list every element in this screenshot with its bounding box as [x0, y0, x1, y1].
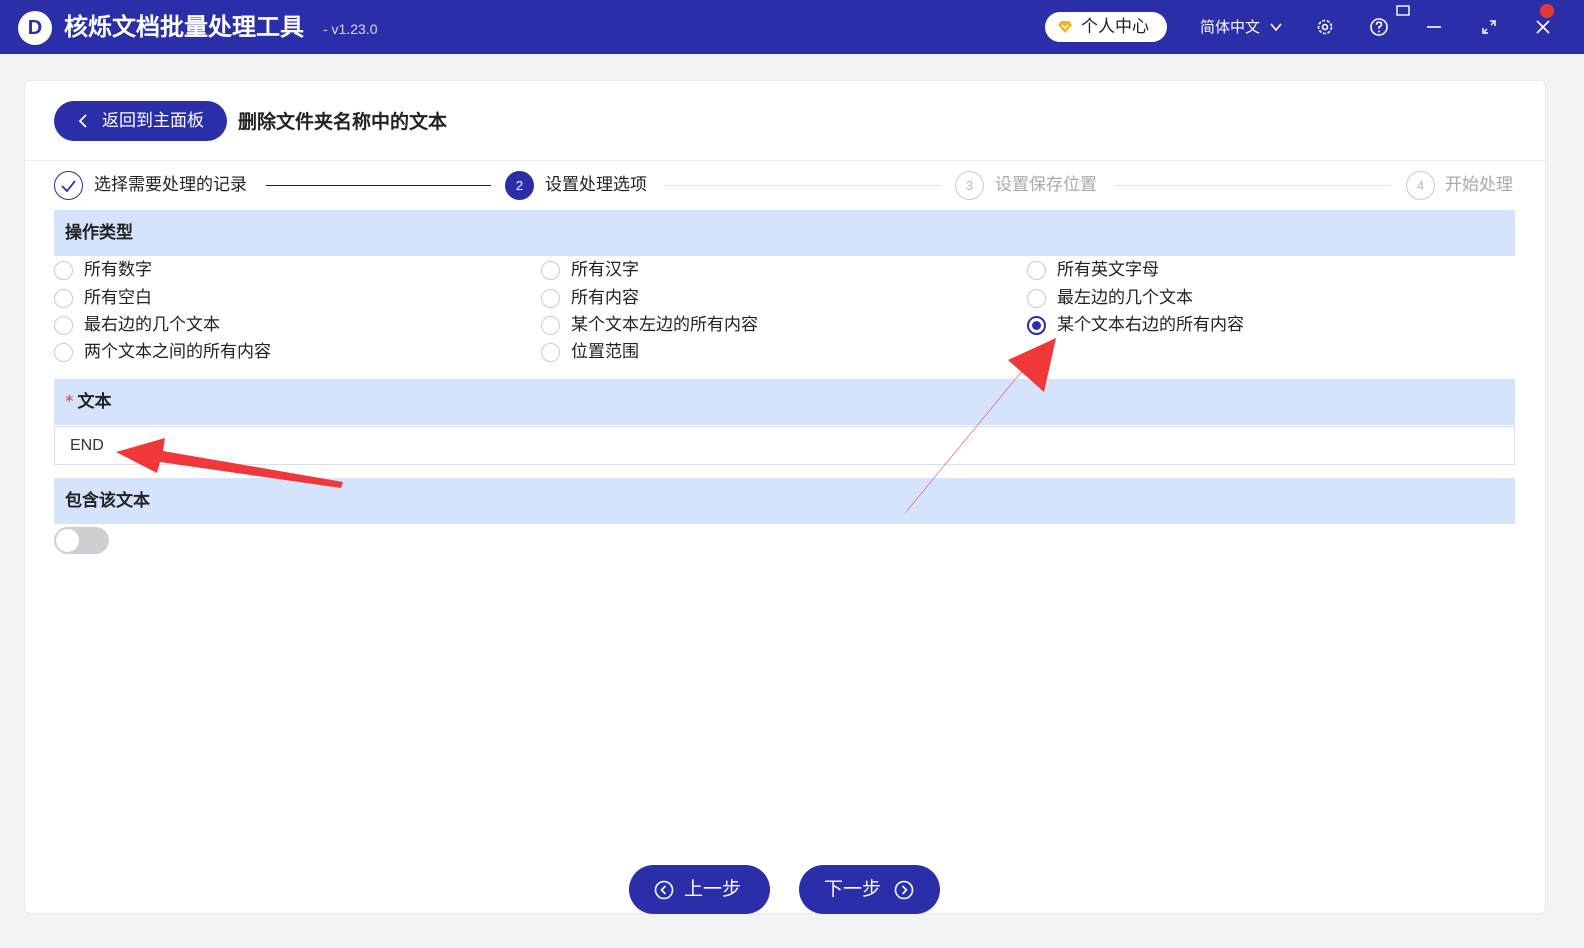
- vip-diamond-icon: [1058, 21, 1072, 33]
- operation-type-header: 操作类型: [54, 210, 1515, 256]
- user-center-button[interactable]: 个人中心: [1045, 12, 1167, 42]
- step-3-number: 3: [955, 171, 984, 200]
- include-text-title: 包含该文本: [65, 491, 150, 511]
- radio-label: 所有内容: [571, 288, 639, 308]
- radio-all-digits[interactable]: 所有数字: [54, 258, 244, 282]
- radio-content-between-texts[interactable]: 两个文本之间的所有内容: [54, 340, 271, 364]
- step-3-label: 设置保存位置: [995, 175, 1097, 195]
- previous-step-button[interactable]: 上一步: [629, 865, 770, 914]
- radio-label: 所有空白: [84, 288, 152, 308]
- screen-icon[interactable]: [1396, 5, 1412, 19]
- radio-circle[interactable]: [541, 316, 560, 335]
- toggle-knob: [56, 529, 79, 552]
- radio-all-whitespace[interactable]: 所有空白: [54, 286, 244, 310]
- back-button-label: 返回到主面板: [102, 111, 204, 131]
- radio-circle[interactable]: [541, 343, 560, 362]
- radio-circle[interactable]: [1027, 261, 1046, 280]
- chevron-right-circle-icon: [894, 880, 914, 900]
- radio-all-chinese[interactable]: 所有汉字: [541, 258, 731, 282]
- page-title: 删除文件夹名称中的文本: [238, 111, 448, 133]
- user-center-label: 个人中心: [1081, 17, 1149, 37]
- header-divider: [25, 160, 1545, 161]
- maximize-icon[interactable]: [1479, 17, 1499, 37]
- radio-circle[interactable]: [54, 261, 73, 280]
- check-icon: [61, 180, 76, 193]
- step-connector-3: [1114, 185, 1391, 186]
- previous-step-label: 上一步: [684, 878, 742, 900]
- minimize-icon[interactable]: [1424, 17, 1444, 37]
- radio-position-range[interactable]: 位置范围: [541, 340, 731, 364]
- radio-content-left-of-text[interactable]: 某个文本左边的所有内容: [541, 313, 758, 337]
- help-icon[interactable]: [1369, 17, 1389, 37]
- step-connector-1: [266, 185, 491, 186]
- radio-label: 位置范围: [571, 342, 639, 362]
- language-select[interactable]: 简体中文: [1200, 17, 1260, 37]
- chevron-left-circle-icon: [654, 880, 674, 900]
- radio-circle[interactable]: [541, 261, 560, 280]
- radio-circle-checked[interactable]: [1027, 316, 1046, 335]
- radio-label: 最右边的几个文本: [84, 315, 220, 335]
- radio-all-content[interactable]: 所有内容: [541, 286, 731, 310]
- step-1-done-icon: [54, 171, 83, 200]
- step-4-number: 4: [1406, 171, 1435, 200]
- radio-label: 所有英文字母: [1057, 260, 1159, 280]
- radio-label: 所有数字: [84, 260, 152, 280]
- radio-label: 某个文本右边的所有内容: [1057, 315, 1244, 335]
- include-text-toggle[interactable]: [54, 527, 109, 554]
- radio-label: 某个文本左边的所有内容: [571, 315, 758, 335]
- step-1-label: 选择需要处理的记录: [94, 175, 247, 195]
- radio-content-right-of-text[interactable]: 某个文本右边的所有内容: [1027, 313, 1244, 337]
- radio-label: 两个文本之间的所有内容: [84, 342, 271, 362]
- notification-badge[interactable]: [1540, 4, 1554, 18]
- text-field-title: * 文本: [65, 391, 112, 413]
- next-step-button[interactable]: 下一步: [799, 865, 940, 914]
- app-title: 核烁文档批量处理工具: [64, 13, 304, 41]
- back-to-dashboard-button[interactable]: 返回到主面板: [54, 101, 227, 141]
- radio-leftmost-text[interactable]: 最左边的几个文本: [1027, 286, 1217, 310]
- radio-label: 最左边的几个文本: [1057, 288, 1193, 308]
- text-field-header: * 文本: [54, 379, 1515, 425]
- radio-circle[interactable]: [541, 289, 560, 308]
- step-connector-2: [664, 185, 941, 186]
- step-2-label: 设置处理选项: [545, 175, 647, 195]
- radio-all-english-letters[interactable]: 所有英文字母: [1027, 258, 1217, 282]
- text-input[interactable]: [54, 426, 1515, 465]
- radio-circle[interactable]: [54, 316, 73, 335]
- radio-circle[interactable]: [54, 343, 73, 362]
- settings-icon[interactable]: [1315, 17, 1335, 37]
- text-field-title-label: 文本: [77, 392, 112, 412]
- app-logo-letter: D: [27, 17, 43, 39]
- app-version: - v1.23.0: [323, 21, 378, 37]
- radio-circle[interactable]: [1027, 289, 1046, 308]
- close-icon[interactable]: [1533, 17, 1553, 37]
- radio-circle[interactable]: [54, 289, 73, 308]
- required-mark: *: [65, 392, 74, 412]
- app-logo-icon: D: [18, 11, 52, 45]
- chevron-down-icon[interactable]: [1269, 20, 1283, 34]
- include-text-header: 包含该文本: [54, 478, 1515, 524]
- radio-rightmost-text[interactable]: 最右边的几个文本: [54, 313, 244, 337]
- chevron-left-icon: [78, 114, 87, 128]
- operation-type-title: 操作类型: [65, 223, 133, 243]
- step-2-number: 2: [505, 171, 534, 200]
- step-4-label: 开始处理: [1445, 175, 1513, 195]
- title-bar: D 核烁文档批量处理工具 - v1.23.0 个人中心 简体中文: [0, 0, 1584, 54]
- next-step-label: 下一步: [824, 878, 882, 900]
- radio-label: 所有汉字: [571, 260, 639, 280]
